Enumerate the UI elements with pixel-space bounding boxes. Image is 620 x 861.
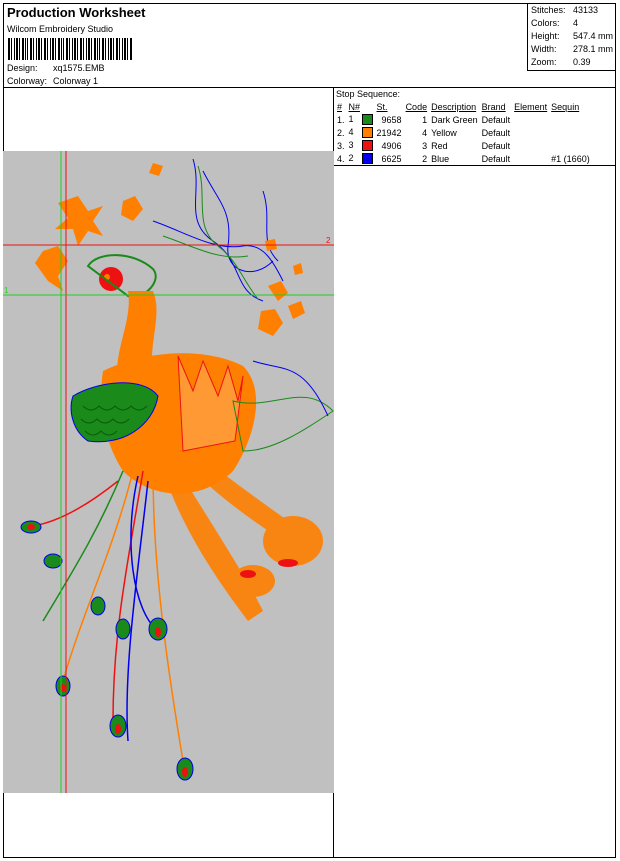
color-swatch (361, 153, 373, 165)
stop-sequence-panel: Stop Sequence: # N# St. Code Description… (334, 88, 616, 166)
flower-shape (268, 281, 288, 301)
cell-st: 21942 (376, 127, 402, 138)
cell-brand: Default (481, 114, 511, 125)
col-element: Element (514, 101, 548, 112)
tail-eye (278, 559, 298, 567)
stats-panel: Stitches: 43133 Colors: 4 Height: 547.4 mm … (527, 3, 616, 71)
cell-code: 2 (422, 153, 428, 164)
design-label: Design: (7, 63, 38, 73)
stat-colors: Colors: 4 (531, 18, 579, 28)
page-title: Production Worksheet (7, 5, 146, 20)
cell-brand: Default (481, 153, 511, 164)
stat-width: Width: 278.1 mm (531, 44, 614, 54)
flower-shape (293, 263, 303, 275)
tail-eye (240, 570, 256, 578)
cell-brand: Default (481, 140, 511, 151)
cell-sequin: #1 (1660) (551, 153, 590, 164)
tail-stroke (126, 480, 149, 742)
colorway-row: Colorway: Colorway 1 (7, 76, 98, 86)
flower-shape (258, 309, 283, 336)
col-sequin: Sequin (551, 101, 580, 112)
software-name: Wilcom Embroidery Studio (7, 24, 114, 34)
col-num: # (337, 101, 343, 112)
cell-num: 3. (337, 140, 345, 151)
stat-stitches: Stitches: 43133 (531, 5, 599, 15)
table-header-row: # N# St. Code Description Brand Element … (335, 100, 592, 113)
cell-n: 3 (347, 139, 375, 152)
tail-stroke (42, 470, 124, 622)
cell-st: 4906 (381, 140, 402, 151)
feather-stroke (252, 360, 329, 417)
barcode-icon (8, 38, 132, 60)
stat-zoom: Zoom: 0.39 (531, 57, 591, 67)
col-brand: Brand (481, 101, 506, 112)
tail-plume (263, 516, 323, 566)
bird-head (99, 267, 123, 291)
table-row: 4. 2 6625 2 Blue Default #1 (1660) (335, 152, 592, 165)
stop-sequence-table: # N# St. Code Description Brand Element … (335, 100, 592, 165)
worksheet-header: Production Worksheet Wilcom Embroidery S… (3, 3, 616, 88)
flower-shape (149, 163, 163, 176)
cell-n: 1 (347, 113, 375, 126)
branch-stroke (192, 158, 264, 302)
branch-stroke (197, 165, 259, 300)
col-stitches: St. (376, 101, 388, 112)
cell-sequin (549, 113, 592, 126)
cell-desc: Yellow (431, 127, 457, 138)
color-swatch (361, 127, 373, 139)
feather-eye (90, 596, 106, 616)
feather-eye (43, 553, 63, 569)
flower-shape (121, 196, 143, 221)
design-filename: xq1575.EMB (53, 63, 105, 73)
color-swatch (361, 140, 373, 152)
stop-marker-label-1: 1 (4, 286, 9, 295)
cell-num: 1. (337, 114, 345, 125)
design-preview: 2 1 (3, 151, 334, 793)
feather-eye (115, 618, 131, 640)
cell-num: 2. (337, 127, 345, 138)
cell-sequin (549, 126, 592, 139)
cell-code: 3 (422, 140, 428, 151)
cell-element (512, 126, 549, 139)
tail-stroke (62, 470, 134, 682)
tail-stroke (152, 470, 184, 762)
colorway-value: Colorway 1 (53, 76, 99, 86)
table-row: 2. 4 21942 4 Yellow Default (335, 126, 592, 139)
tail-stroke (32, 480, 119, 527)
cell-n: 2 (347, 152, 375, 165)
cell-code: 1 (422, 114, 428, 125)
cell-code: 4 (422, 127, 428, 138)
flower-shape (288, 301, 305, 319)
table-row: 1. 1 9658 1 Dark Green Default (335, 113, 592, 126)
cell-desc: Dark Green (431, 114, 478, 125)
tail-plume (231, 565, 275, 597)
colorway-label: Colorway: (7, 76, 48, 86)
flower-shape (55, 196, 103, 246)
cell-n: 4 (347, 126, 375, 139)
cell-desc: Blue (431, 153, 450, 164)
embroidery-design-image: 2 1 (3, 151, 334, 793)
cell-num: 4. (337, 153, 345, 164)
stop-marker-label-2: 2 (326, 236, 331, 245)
col-needle: N# (348, 101, 361, 112)
cell-brand: Default (481, 127, 511, 138)
cell-element (512, 152, 549, 165)
cell-element (512, 113, 549, 126)
color-swatch (361, 114, 373, 126)
cell-element (512, 139, 549, 152)
table-row: 3. 3 4906 3 Red Default (335, 139, 592, 152)
col-code: Code (405, 101, 428, 112)
design-row: Design: xq1575.EMB (7, 63, 105, 73)
cell-sequin (549, 139, 592, 152)
col-description: Description (431, 101, 477, 112)
cell-st: 6625 (381, 153, 402, 164)
branch-stroke (152, 220, 284, 282)
flower-shape (35, 246, 68, 291)
cell-st: 9658 (381, 114, 402, 125)
stop-sequence-caption: Stop Sequence: (336, 89, 401, 99)
branch-stroke (262, 190, 279, 262)
cell-desc: Red (431, 140, 448, 151)
stat-height: Height: 547.4 mm (531, 31, 614, 41)
